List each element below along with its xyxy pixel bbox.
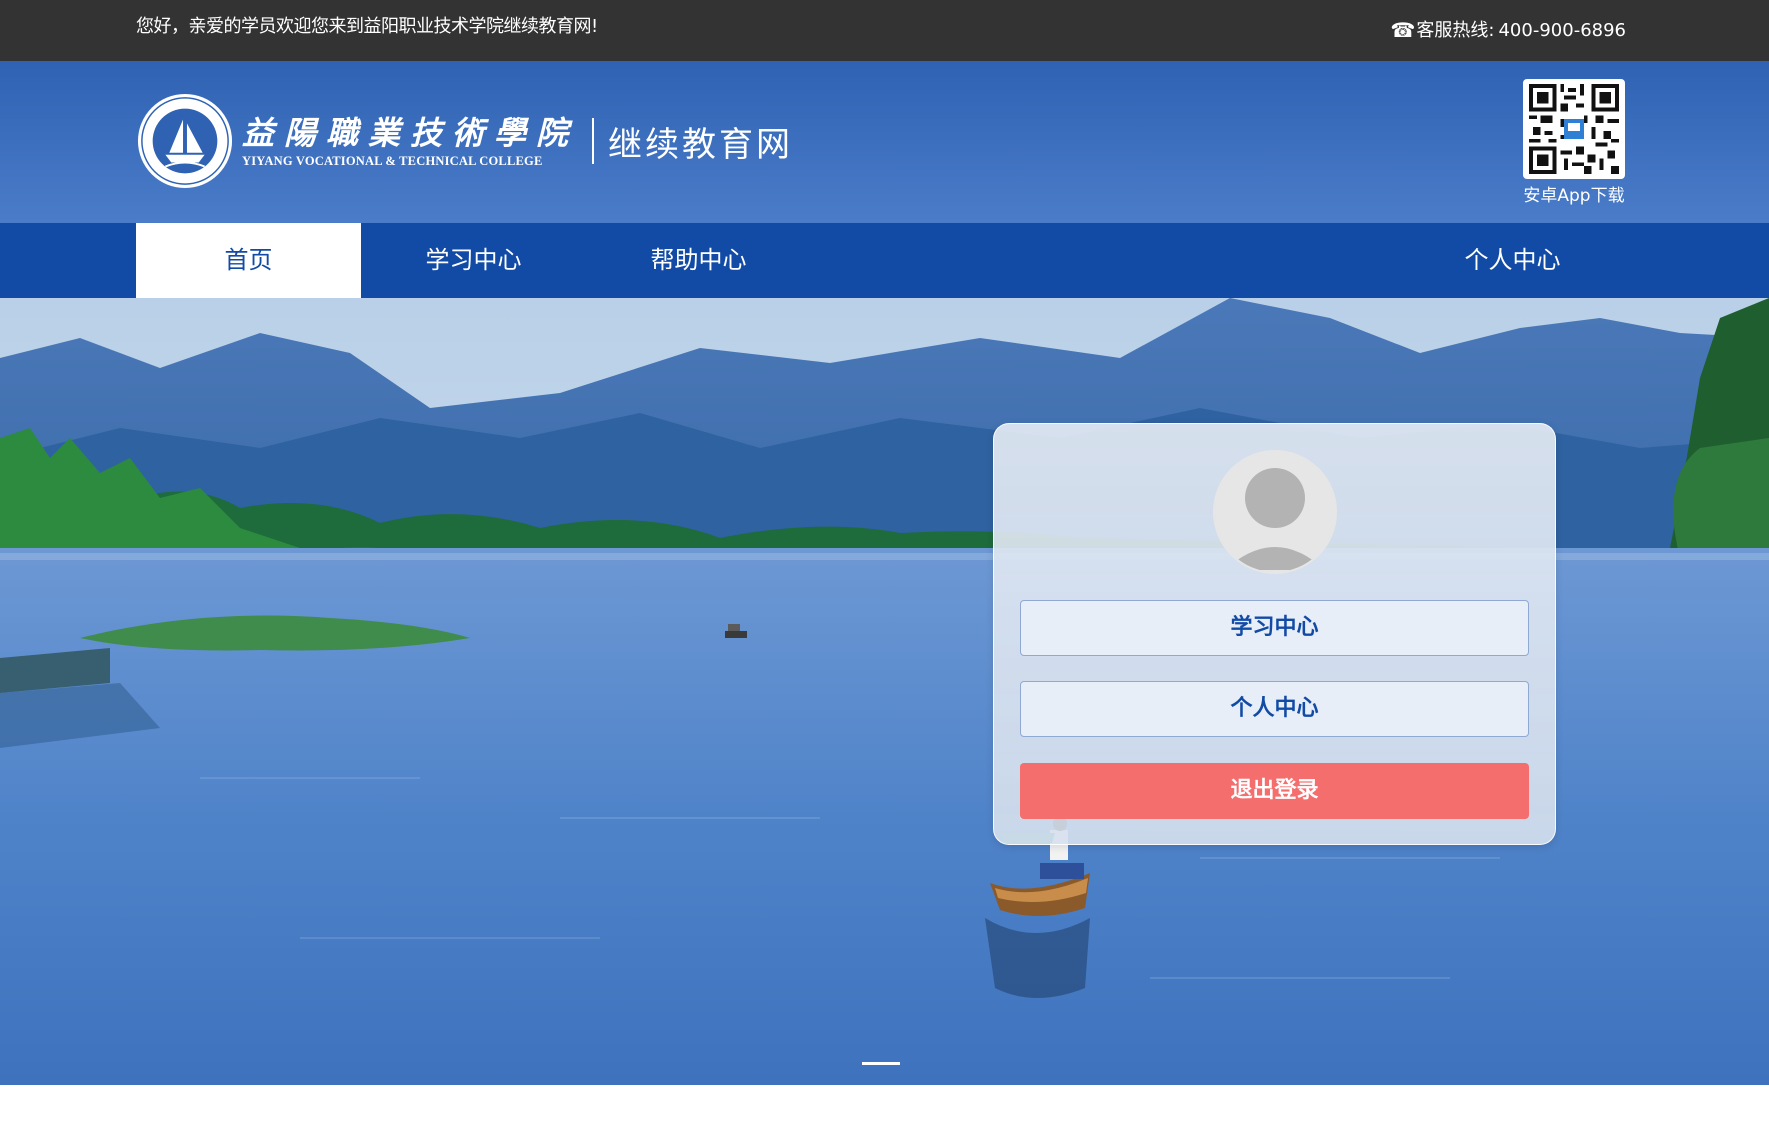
logo-chinese-name: 益陽職業技術學院 (242, 113, 579, 152)
phone-icon: ☎ (1390, 18, 1416, 42)
user-panel: 学习中心 个人中心 退出登录 (993, 423, 1556, 845)
nav-personal-center[interactable]: 个人中心 (1400, 223, 1625, 298)
qr-caption: 安卓App下载 (1523, 186, 1625, 206)
logout-button[interactable]: 退出登录 (1020, 763, 1529, 819)
logo-text: 益陽職業技術學院 YIYANG VOCATIONAL & TECHNICAL C… (242, 114, 578, 169)
study-center-button[interactable]: 学习中心 (1020, 600, 1529, 656)
nav-study-center[interactable]: 学习中心 (361, 223, 586, 298)
top-bar: 您好，亲爱的学员欢迎您来到益阳职业技术学院继续教育网! ☎ 客服热线: 400-… (0, 0, 1769, 61)
hotline-label: 客服热线: (1416, 20, 1495, 41)
app-download[interactable]: 安卓App下载 (1519, 79, 1629, 206)
qr-code (1523, 79, 1625, 179)
page-bottom (0, 1085, 1769, 1124)
personal-center-button[interactable]: 个人中心 (1020, 681, 1529, 737)
site-header: 益陽職業技術學院 YIYANG VOCATIONAL & TECHNICAL C… (0, 61, 1769, 223)
user-avatar-icon (1213, 450, 1337, 574)
college-seal-icon (137, 93, 233, 189)
logo-divider (592, 118, 595, 164)
site-logo[interactable]: 益陽職業技術學院 YIYANG VOCATIONAL & TECHNICAL C… (136, 91, 793, 191)
carousel-indicator[interactable] (862, 1062, 900, 1065)
hotline: ☎ 客服热线: 400-900-6896 (1390, 0, 1626, 61)
hotline-number: 400-900-6896 (1498, 20, 1626, 41)
nav-home[interactable]: 首页 (136, 223, 361, 298)
logo-english-name: YIYANG VOCATIONAL & TECHNICAL COLLEGE (242, 153, 543, 168)
main-nav: 首页 学习中心 帮助中心 个人中心 (0, 223, 1769, 298)
nav-help-center[interactable]: 帮助中心 (586, 223, 811, 298)
welcome-message: 您好，亲爱的学员欢迎您来到益阳职业技术学院继续教育网! (136, 16, 598, 37)
qr-code-icon (1529, 84, 1619, 174)
logo-subtitle: 继续教育网 (608, 124, 794, 165)
